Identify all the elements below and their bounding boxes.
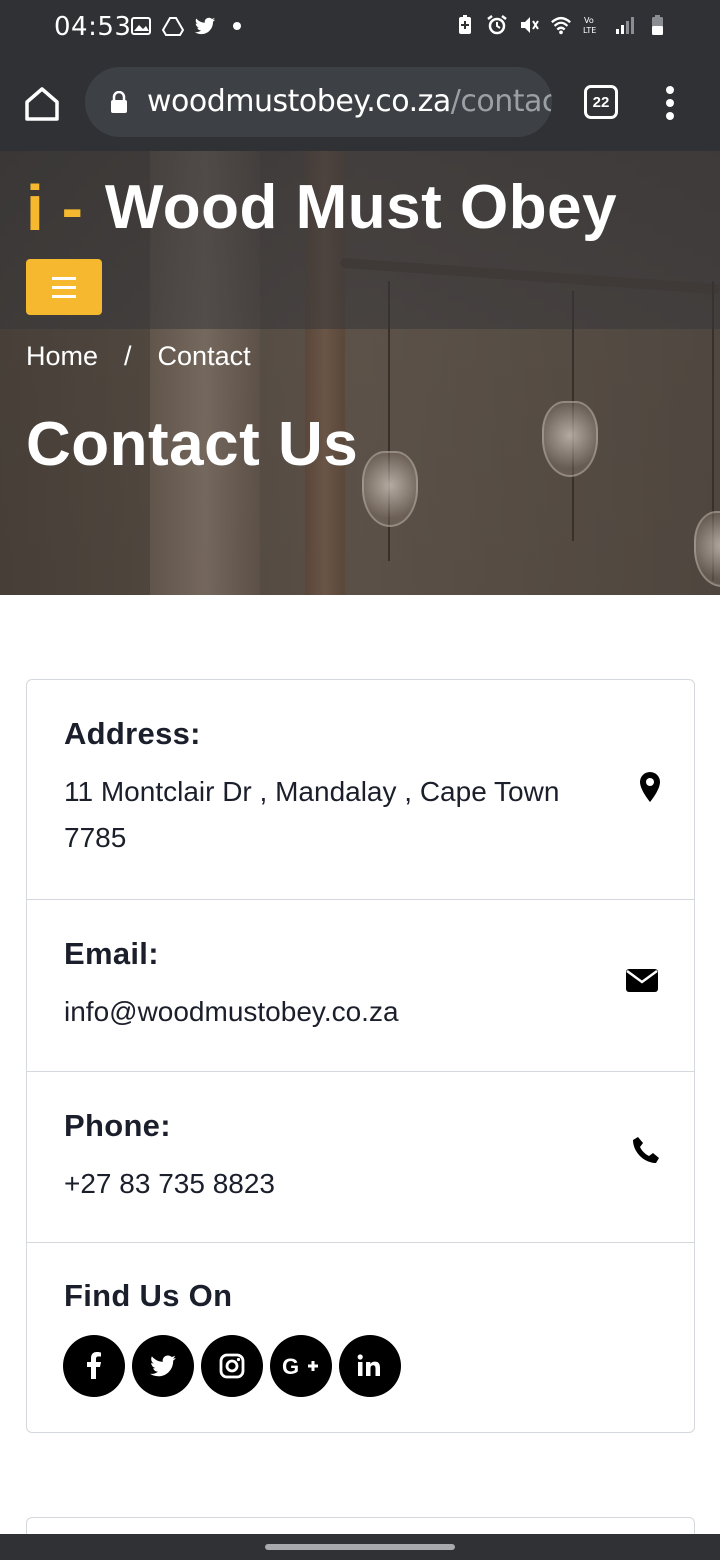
email-value[interactable]: info@woodmustobey.co.za — [64, 989, 399, 1035]
alarm-icon — [487, 15, 507, 35]
twitter-icon[interactable] — [132, 1335, 194, 1397]
phone-label: Phone: — [64, 1108, 171, 1143]
battery-saver-icon — [459, 15, 471, 34]
nav-menu-button[interactable] — [26, 259, 102, 315]
phone-value[interactable]: +27 83 735 8823 — [64, 1161, 275, 1207]
status-bar: 04:53 Vo LTE — [0, 0, 720, 54]
svg-text:G: G — [282, 1354, 299, 1379]
lock-icon — [111, 91, 127, 113]
address-value: 11 Montclair Dr , Mandalay , Cape Town 7… — [64, 769, 559, 861]
url-text: woodmustobey.co.za/contac — [147, 84, 552, 119]
address-bar[interactable]: woodmustobey.co.za/contac — [85, 67, 552, 137]
social-links: G — [63, 1335, 401, 1397]
system-nav-bar — [0, 1534, 720, 1560]
logo-mark: i - — [26, 172, 83, 244]
url-path: /contac — [450, 84, 552, 119]
site-logo[interactable]: i - Wood Must Obey — [26, 172, 618, 244]
bulb-decoration — [362, 451, 418, 527]
battery-icon — [652, 15, 663, 35]
home-gesture-handle[interactable] — [265, 1544, 455, 1550]
browser-toolbar: woodmustobey.co.za/contac 22 — [0, 54, 720, 151]
hero-banner: i - Wood Must Obey Home / Contact Contac… — [0, 151, 720, 595]
breadcrumb-home-link[interactable]: Home — [26, 341, 98, 372]
svg-text:Vo: Vo — [584, 16, 594, 25]
home-icon[interactable] — [22, 84, 62, 124]
breadcrumb-current: Contact — [157, 341, 251, 371]
phone-icon — [633, 1137, 659, 1163]
address-row: Address: 11 Montclair Dr , Mandalay , Ca… — [27, 680, 694, 900]
twitter-icon — [194, 17, 216, 35]
overflow-menu-icon[interactable] — [660, 86, 680, 120]
url-host: woodmustobey.co.za — [147, 84, 451, 119]
address-label: Address: — [64, 716, 201, 751]
social-label: Find Us On — [64, 1278, 233, 1313]
email-row: Email: info@woodmustobey.co.za — [27, 900, 694, 1072]
svg-text:LTE: LTE — [583, 26, 596, 35]
mute-icon — [521, 17, 539, 33]
page-title: Contact Us — [26, 410, 359, 479]
address-line-1: 11 Montclair Dr , Mandalay , Cape Town — [64, 776, 560, 807]
contact-card: Address: 11 Montclair Dr , Mandalay , Ca… — [26, 679, 695, 1433]
status-time: 04:53 — [54, 12, 132, 42]
signal-icon — [616, 17, 634, 34]
dot-icon — [233, 22, 241, 30]
breadcrumb: Home / Contact — [26, 341, 251, 372]
linkedin-icon[interactable] — [339, 1335, 401, 1397]
tab-switcher-button[interactable]: 22 — [584, 85, 618, 119]
email-label: Email: — [64, 936, 159, 971]
bulb-decoration — [694, 511, 720, 587]
instagram-icon[interactable] — [201, 1335, 263, 1397]
wifi-icon — [551, 16, 571, 35]
map-pin-icon — [640, 772, 660, 802]
breadcrumb-separator: / — [124, 341, 132, 371]
site-name: Wood Must Obey — [104, 173, 618, 242]
image-icon — [131, 17, 151, 35]
facebook-icon[interactable] — [63, 1335, 125, 1397]
google-plus-icon[interactable]: G — [270, 1335, 332, 1397]
drive-icon — [162, 17, 184, 36]
volte-icon: VoLTE — [583, 16, 596, 35]
phone-row: Phone: +27 83 735 8823 — [27, 1072, 694, 1243]
envelope-icon — [626, 969, 658, 992]
bulb-decoration — [542, 401, 598, 477]
address-line-2: 7785 — [64, 822, 127, 853]
